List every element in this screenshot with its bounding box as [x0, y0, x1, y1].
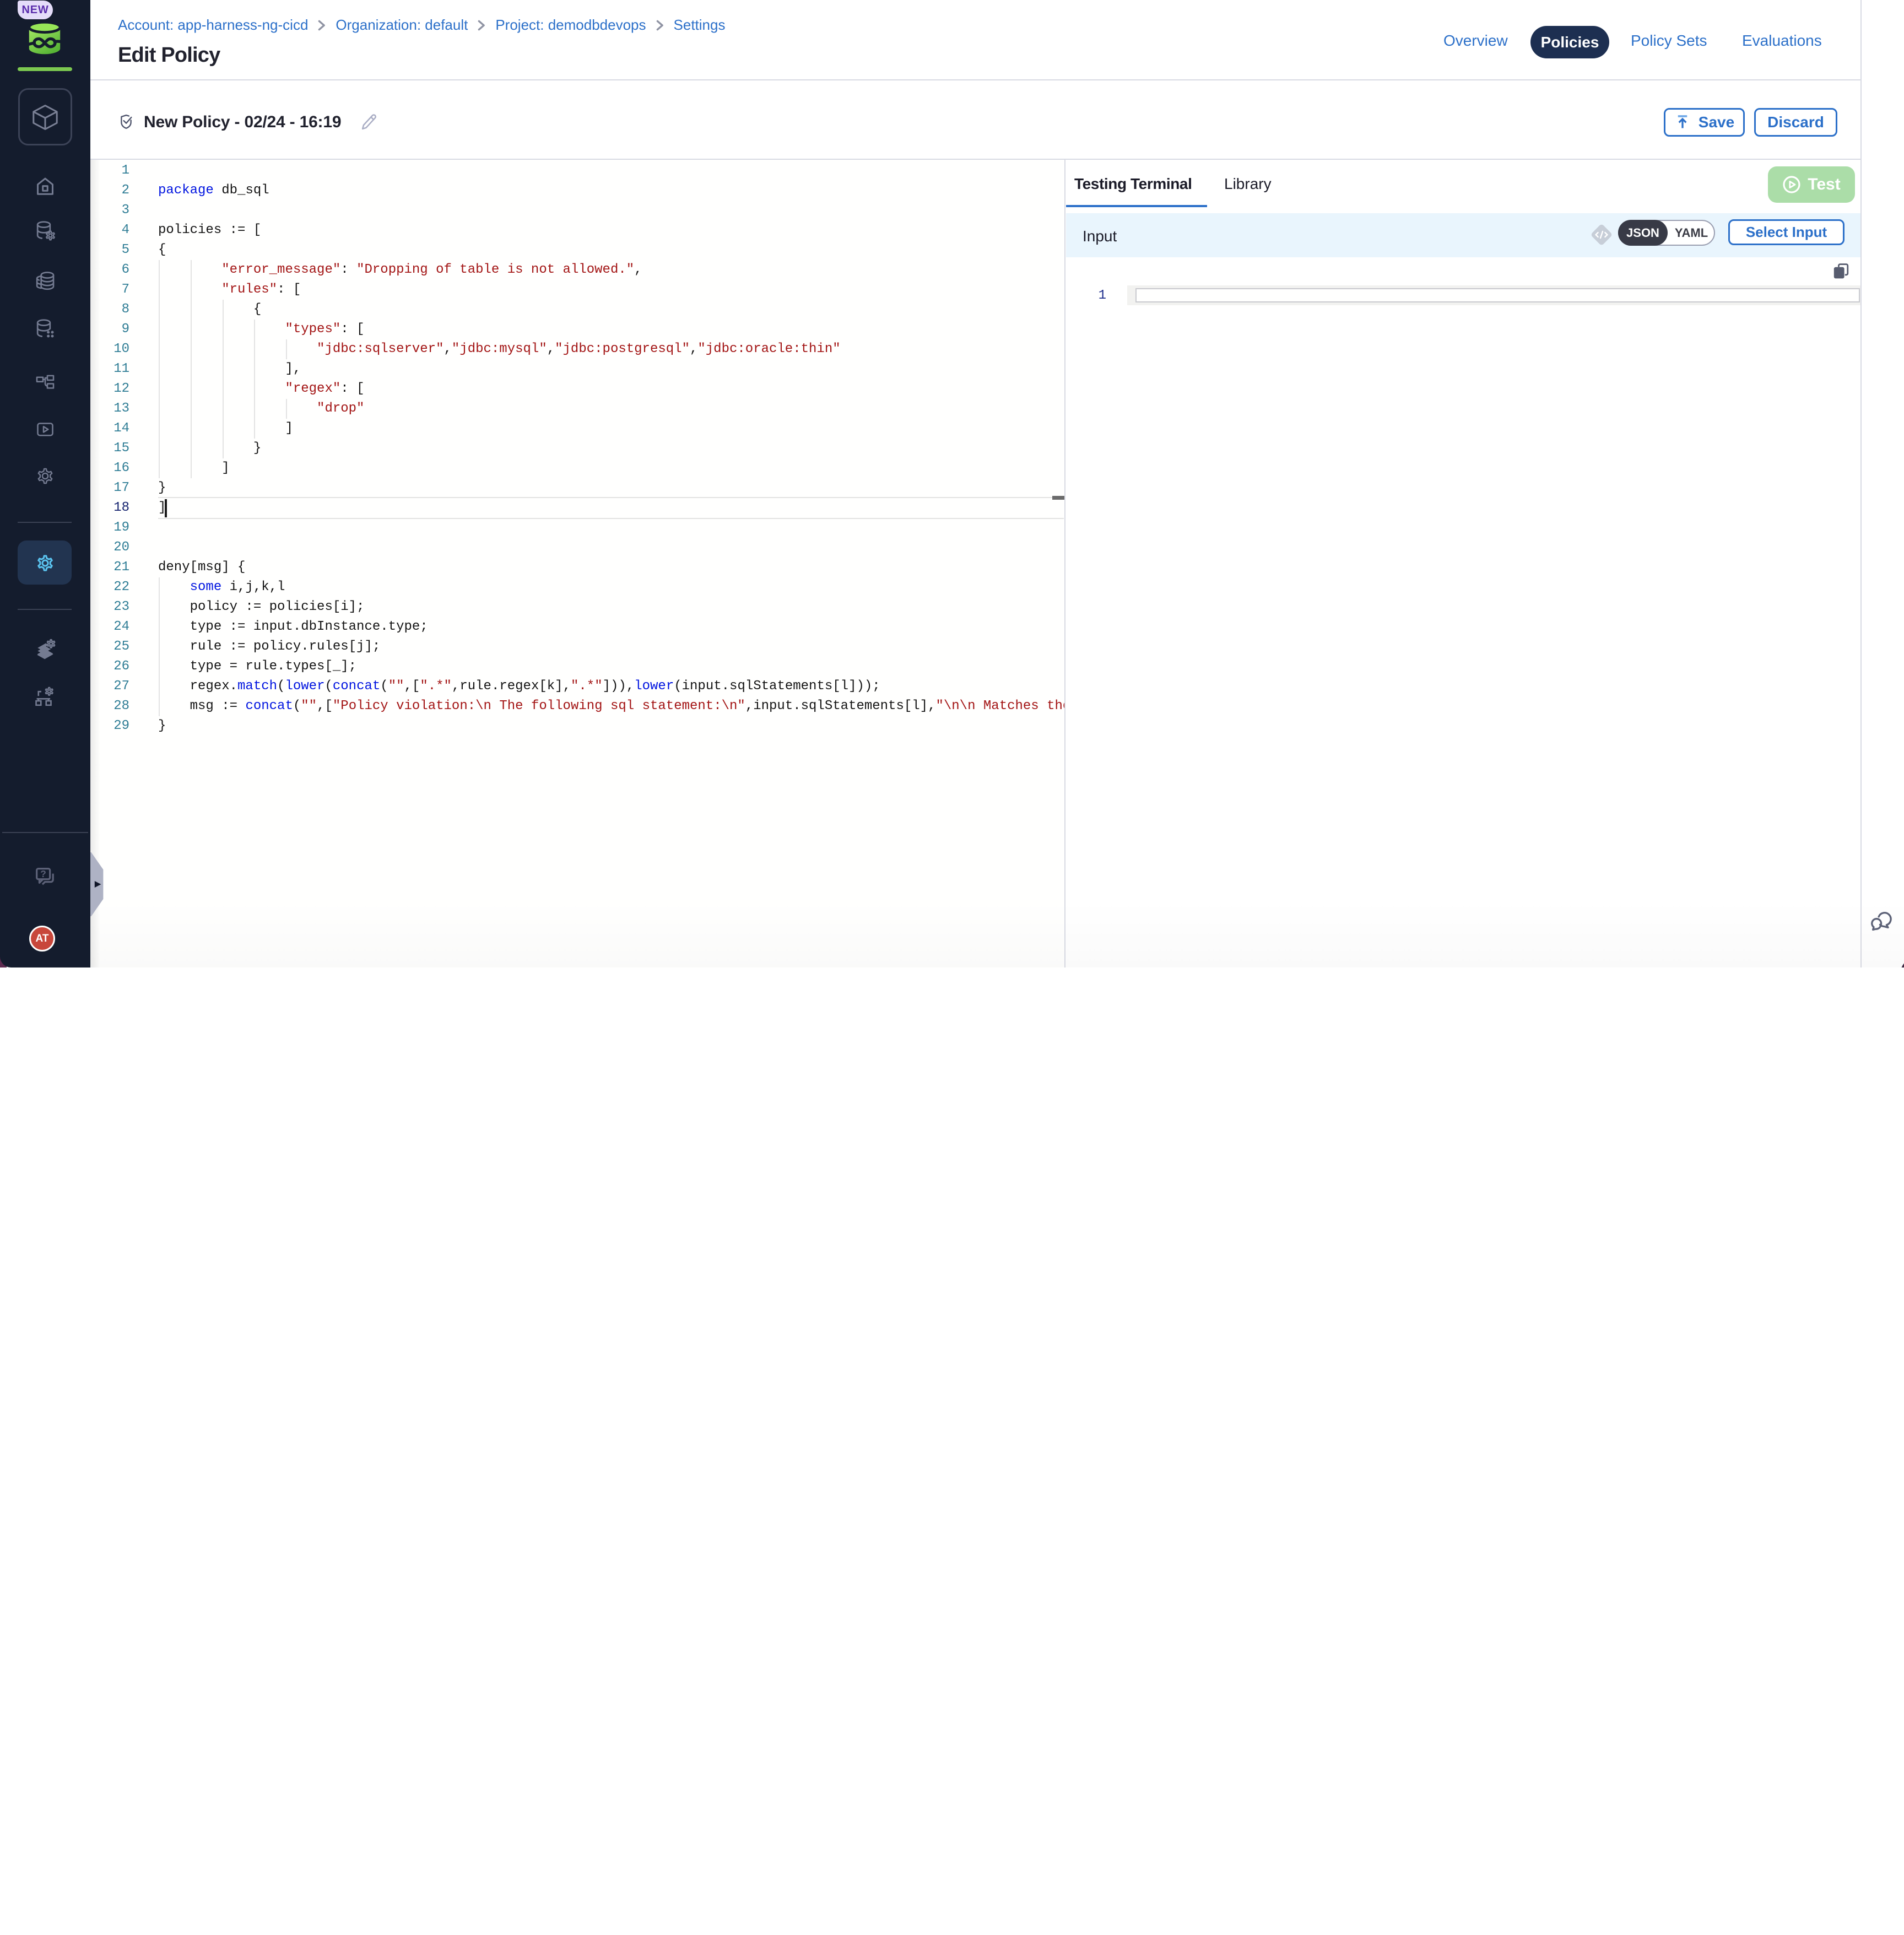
svg-text:?: ?	[40, 868, 46, 879]
